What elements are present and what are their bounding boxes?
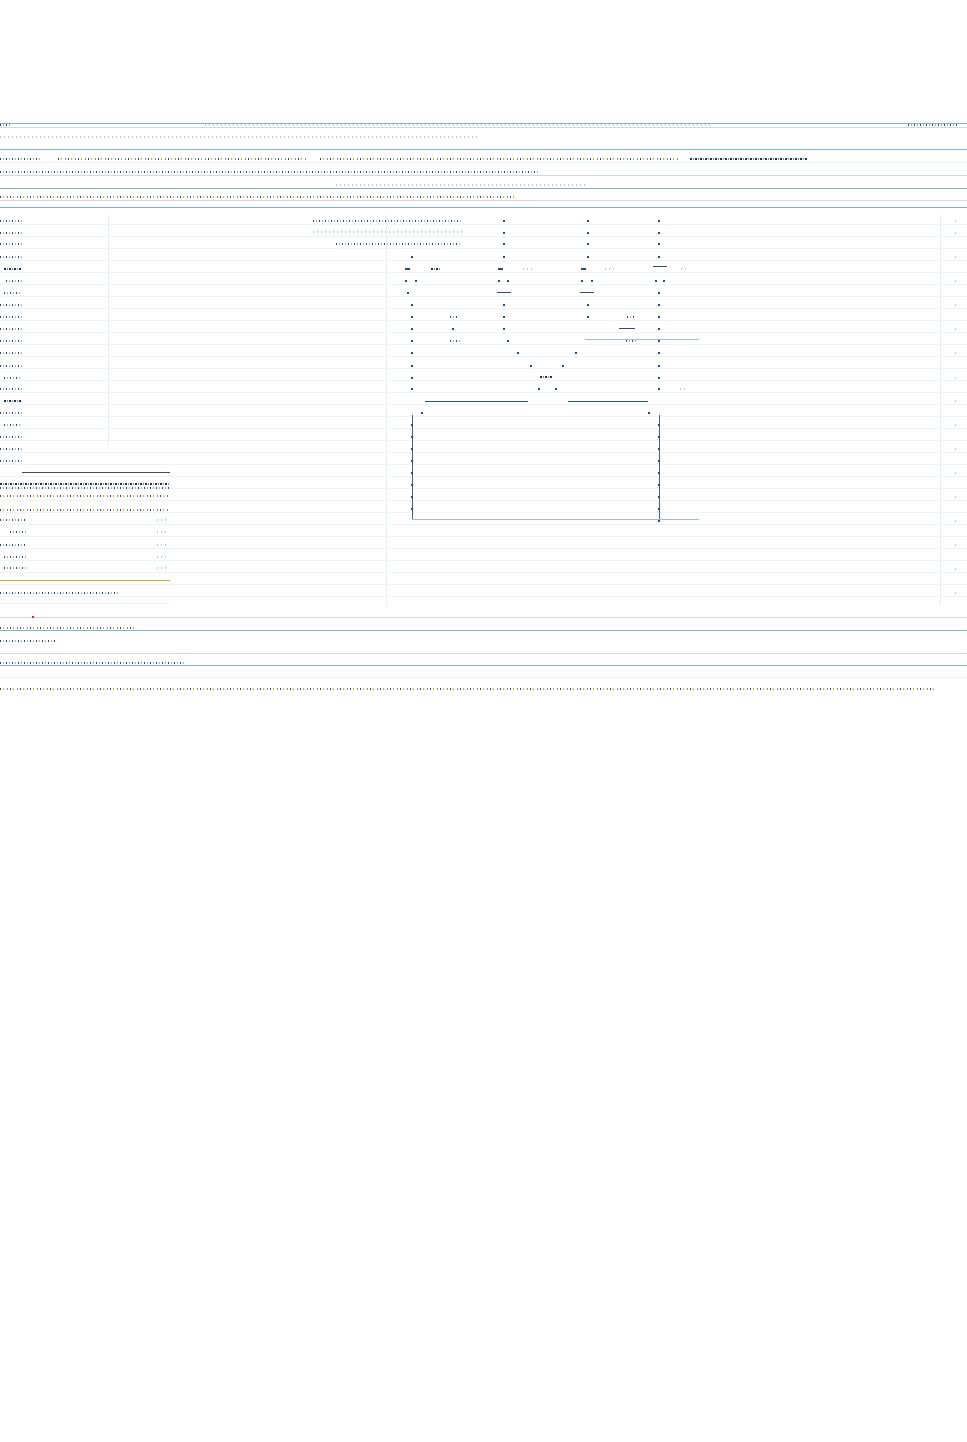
toolbar-left-label (0, 158, 42, 160)
edge-left (425, 401, 528, 402)
sidebar-item[interactable] (0, 412, 22, 414)
window-title (0, 124, 12, 126)
sidebar-item[interactable] (0, 340, 22, 342)
window-controls[interactable] (908, 124, 958, 126)
menu-bar[interactable] (205, 124, 710, 126)
sidebar-item[interactable] (0, 256, 22, 258)
row-header[interactable] (313, 231, 463, 233)
node-label[interactable] (681, 268, 689, 270)
toolbar-rule (0, 149, 967, 150)
node-label[interactable] (605, 268, 617, 270)
edge-out (585, 339, 699, 340)
panel-rule (0, 603, 170, 604)
sidebar-item[interactable] (0, 243, 22, 245)
output-rule (0, 653, 967, 654)
node-box[interactable] (497, 292, 511, 293)
property-value[interactable] (4, 567, 26, 569)
property-value[interactable] (0, 544, 26, 546)
node-marker (658, 232, 660, 234)
node-marker (587, 243, 589, 245)
property-value[interactable] (157, 556, 169, 558)
node-label[interactable] (523, 268, 533, 270)
sidebar-item[interactable] (4, 377, 22, 379)
property-row[interactable] (0, 483, 170, 485)
sidebar-item[interactable] (0, 436, 22, 438)
output-rule (0, 677, 967, 678)
output-line (0, 640, 56, 642)
loop-bottom (412, 519, 699, 520)
property-value[interactable] (157, 531, 169, 533)
main-top-rule (0, 207, 967, 208)
node-box[interactable] (580, 292, 594, 293)
column-divider (940, 215, 941, 605)
toolbar-bottom-rule (0, 175, 967, 176)
menu-rule (0, 127, 967, 128)
sidebar-item[interactable] (0, 448, 22, 450)
node-label[interactable] (498, 268, 503, 270)
node-marker (587, 232, 589, 234)
sidebar-item[interactable] (0, 328, 22, 330)
sidebar-item[interactable] (4, 268, 22, 270)
sidebar-item[interactable] (0, 304, 22, 306)
toolbar-center-tabs[interactable] (320, 158, 680, 160)
row-header[interactable] (313, 220, 463, 222)
properties-panel (22, 472, 170, 473)
property-value[interactable] (157, 544, 169, 546)
node-label[interactable] (405, 268, 410, 270)
node-marker (503, 243, 505, 245)
node-marker (503, 220, 505, 222)
toolbar-row-2[interactable] (0, 171, 540, 173)
column-divider (108, 215, 109, 445)
output-tabs[interactable] (0, 627, 136, 629)
property-row[interactable] (0, 509, 170, 511)
output-rule (0, 665, 967, 666)
node-marker (658, 243, 660, 245)
property-value[interactable] (157, 519, 169, 521)
properties-panel-footer (0, 580, 170, 581)
toolbar-right-tabs[interactable] (690, 158, 808, 160)
node-label[interactable] (653, 266, 667, 267)
node-label[interactable] (581, 268, 586, 270)
edge-right (568, 401, 648, 402)
toolbar-tabs[interactable] (58, 158, 308, 160)
breadcrumb-rule (0, 200, 967, 201)
column-divider (386, 215, 387, 605)
sidebar-item[interactable] (0, 365, 22, 367)
loop-left (412, 415, 413, 520)
node-marker (503, 232, 505, 234)
loop-right (659, 415, 660, 520)
sidebar-item[interactable] (4, 424, 22, 426)
node-label[interactable] (431, 268, 441, 270)
sidebar-item[interactable] (4, 400, 22, 402)
warning-marker-icon (32, 616, 34, 618)
bottom-rule (0, 617, 967, 618)
property-footer-row[interactable] (0, 592, 120, 594)
property-row[interactable] (0, 495, 170, 497)
sidebar-item[interactable] (0, 232, 22, 234)
sidebar-item[interactable] (0, 220, 22, 222)
sidebar-item[interactable] (0, 388, 22, 390)
node-marker (658, 220, 660, 222)
sidebar-item[interactable] (0, 460, 22, 462)
node-marker (587, 220, 589, 222)
toolbar-sep (0, 162, 967, 163)
status-line (336, 184, 586, 186)
sidebar-item[interactable] (0, 316, 22, 318)
row-header[interactable] (336, 243, 461, 245)
content-top-rule (0, 188, 967, 189)
property-row[interactable] (0, 487, 170, 489)
breadcrumb[interactable] (0, 196, 515, 198)
property-value[interactable] (0, 519, 26, 521)
property-value[interactable] (157, 567, 169, 569)
sidebar-item[interactable] (6, 280, 22, 282)
property-value[interactable] (4, 556, 26, 558)
merge-node[interactable] (540, 376, 552, 378)
sidebar-item[interactable] (0, 352, 22, 354)
output-rule (0, 630, 967, 631)
sidebar-item[interactable] (4, 292, 22, 294)
path-bar (0, 136, 480, 138)
output-line (0, 662, 185, 664)
property-value[interactable] (10, 531, 26, 533)
status-bar (0, 688, 935, 690)
